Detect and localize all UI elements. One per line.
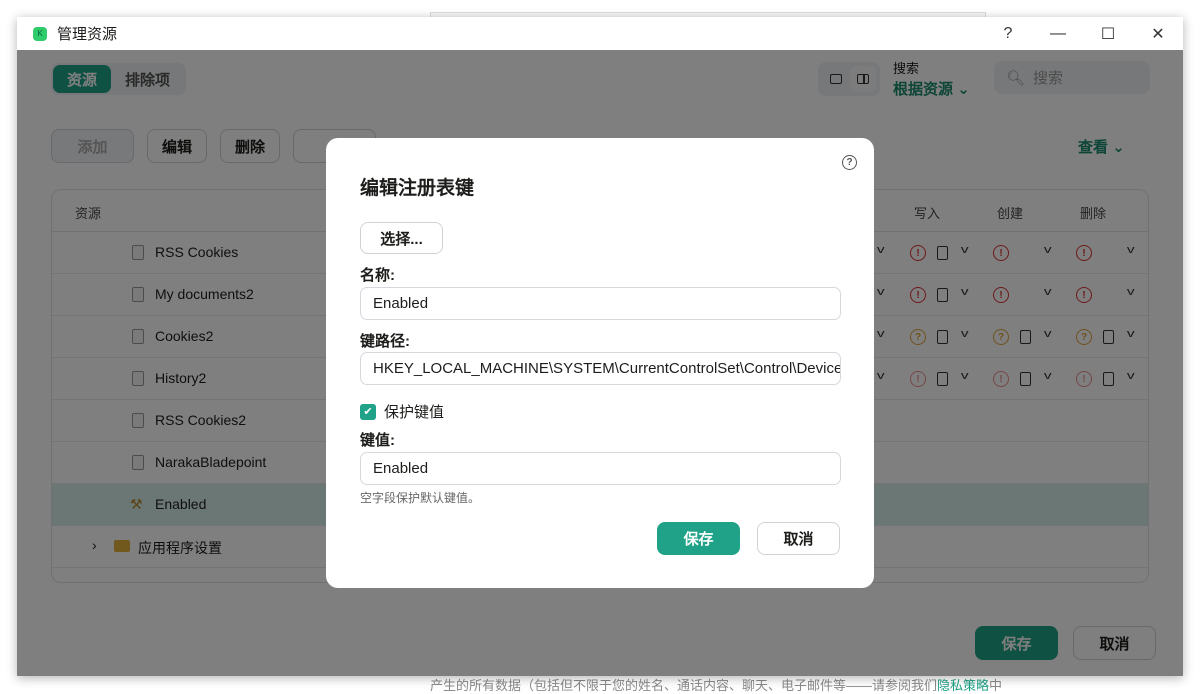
value-label: 键值: <box>360 432 395 449</box>
value-hint: 空字段保护默认键值。 <box>360 491 481 505</box>
name-input[interactable]: Enabled <box>360 287 841 320</box>
privacy-policy-link[interactable]: 隐私策略 <box>937 678 989 693</box>
protect-value-label: 保护键值 <box>384 404 445 421</box>
select-button[interactable]: 选择... <box>360 222 443 254</box>
edit-registry-key-dialog: 编辑注册表键 ? 选择... 名称: Enabled 键路径: HKEY_LOC… <box>326 138 874 588</box>
footer-text: 产生的所有数据（包括但不限于您的姓名、通话内容、聊天、电子邮件等——请参阅我们隐… <box>430 678 1003 693</box>
help-button[interactable]: ? <box>983 17 1033 50</box>
dialog-save-button[interactable]: 保存 <box>657 522 740 555</box>
protect-value-checkbox[interactable]: ✔ 保护键值 <box>360 401 444 422</box>
key-path-input[interactable]: HKEY_LOCAL_MACHINE\SYSTEM\CurrentControl… <box>360 352 841 385</box>
dialog-cancel-button[interactable]: 取消 <box>757 522 840 555</box>
title-bar: K 管理资源 ? — ☐ ✕ <box>17 17 1183 50</box>
checkmark-icon: ✔ <box>360 403 376 420</box>
value-input[interactable]: Enabled <box>360 452 841 485</box>
help-icon[interactable]: ? <box>842 155 857 170</box>
name-label: 名称: <box>360 267 395 284</box>
minimize-button[interactable]: — <box>1033 17 1083 50</box>
key-path-label: 键路径: <box>360 333 410 350</box>
close-button[interactable]: ✕ <box>1133 17 1183 50</box>
maximize-button[interactable]: ☐ <box>1083 17 1133 50</box>
window-title: 管理资源 <box>57 26 118 43</box>
dialog-title: 编辑注册表键 <box>360 178 475 199</box>
app-logo-icon: K <box>33 26 47 41</box>
